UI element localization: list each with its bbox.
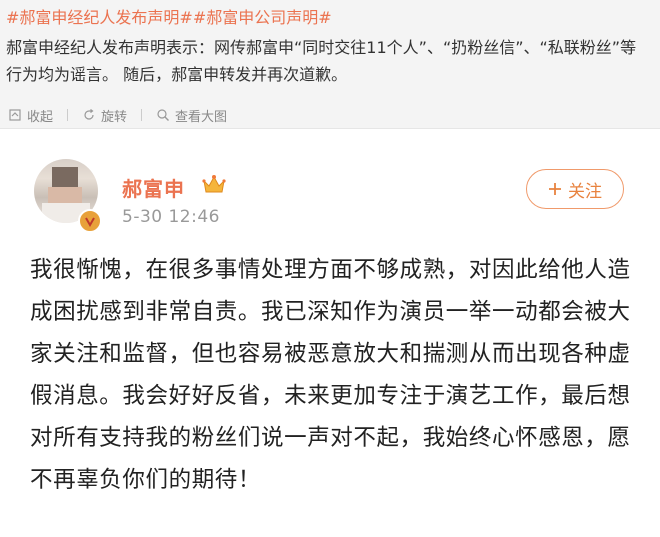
view-large-icon [157,109,170,121]
header-section: #郝富申经纪人发布声明##郝富申公司声明# 郝富申经纪人发布声明表示：网传郝富申… [0,0,660,128]
hashtag-1[interactable]: #郝富申经纪人发布声明# [6,8,193,27]
divider [67,109,69,121]
view-large-label: 查看大图 [175,109,228,125]
divider [141,109,143,121]
collapse-label: 收起 [27,109,54,125]
post-timestamp: 5-30 12:46 [122,207,220,227]
view-large-button[interactable]: 查看大图 [156,106,227,125]
follow-label: 关注 [568,181,602,202]
image-actions-bar: 收起 旋转 查看大图 [8,104,227,126]
post-content: 我很惭愧，在很多事情处理方面不够成熟，对因此给他人造成困扰感到非常自责。我已深知… [30,257,631,493]
rotate-label: 旋转 [101,109,128,125]
crown-icon [202,173,226,199]
collapse-icon [9,109,21,121]
weibo-post-card: 郝富申 5-30 12:46 关注 我很惭愧，在很多事情处理方面不够成熟，对因此… [0,128,660,537]
avatar-pixel [52,167,78,189]
verified-badge-icon [78,209,102,233]
collapse-button[interactable]: 收起 [8,106,53,125]
hashtag-2[interactable]: #郝富申公司声明# [193,8,332,27]
follow-button[interactable]: 关注 [526,169,624,209]
rotate-button[interactable]: 旋转 [82,106,127,125]
plus-icon [549,183,561,195]
rotate-icon [84,109,94,120]
hashtag-row: #郝富申经纪人发布声明##郝富申公司声明# [6,6,654,30]
username[interactable]: 郝富申 [122,173,185,202]
intro-text: 郝富申经纪人发布声明表示：网传郝富申“同时交往11个人”、“扔粉丝信”、“私联粉… [6,38,637,84]
